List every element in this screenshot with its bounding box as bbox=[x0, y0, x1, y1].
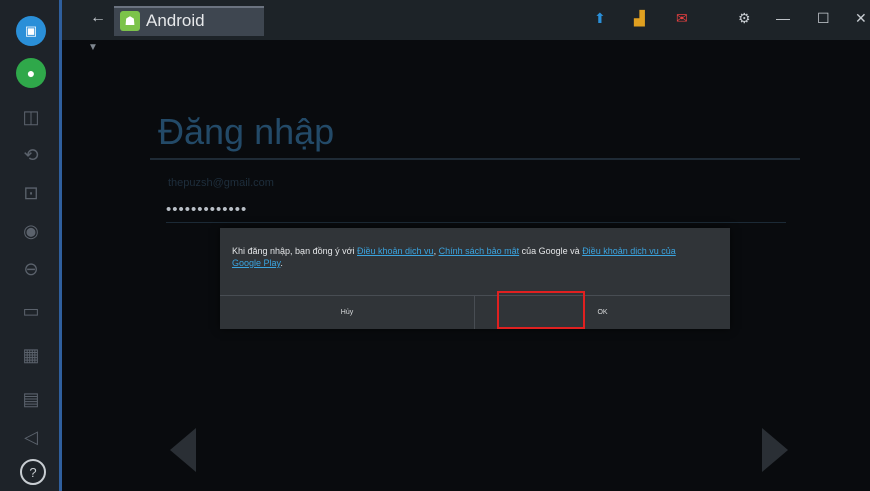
android-icon: ☗ bbox=[120, 11, 140, 31]
notification-icon[interactable]: ✉ bbox=[676, 10, 688, 27]
copy-icon[interactable]: ▦ bbox=[16, 340, 46, 370]
title-bar: ← ☗ Android ⬆ ▟ ✉ ⚙ — ☐ ✕ bbox=[62, 0, 870, 40]
minimize-icon[interactable]: — bbox=[776, 10, 790, 26]
dialog-text: Khi đăng nhập, bạn đồng ý với bbox=[232, 246, 357, 256]
close-icon[interactable]: ✕ bbox=[855, 10, 867, 27]
back-arrow-icon[interactable]: ← bbox=[90, 9, 106, 27]
chat-icon[interactable]: ● bbox=[16, 58, 46, 88]
upload-icon[interactable]: ⬆ bbox=[594, 10, 606, 27]
dialog-text: của Google và bbox=[519, 246, 583, 256]
android-screen: ▼ Đăng nhập thepuzsh@gmail.com •••••••••… bbox=[62, 40, 870, 491]
shake-icon[interactable]: ⊖ bbox=[16, 254, 46, 284]
tab-android[interactable]: ☗ Android bbox=[114, 6, 264, 36]
folder-icon[interactable]: ▭ bbox=[16, 296, 46, 326]
tab-title: Android bbox=[146, 11, 205, 30]
gear-icon[interactable]: ⚙ bbox=[738, 10, 751, 27]
page-title: Đăng nhập bbox=[158, 111, 335, 152]
maximize-icon[interactable]: ☐ bbox=[817, 10, 830, 27]
dialog-message: Khi đăng nhập, bạn đồng ý với Điều khoản… bbox=[232, 245, 702, 269]
terms-of-service-link[interactable]: Điều khoản dịch vụ bbox=[357, 246, 434, 256]
sidebar: ▣ ● ◫ ⟲ ⊡ ◉ ⊖ ▭ ▦ ▤ ◁ ? bbox=[0, 0, 62, 491]
password-field[interactable]: ••••••••••••• bbox=[166, 201, 247, 218]
screenshot-icon[interactable]: ⊡ bbox=[16, 178, 46, 208]
volume-icon[interactable]: ◁ bbox=[16, 422, 46, 452]
camera-icon[interactable]: ▣ bbox=[16, 16, 46, 46]
divider bbox=[150, 158, 800, 160]
help-icon[interactable]: ? bbox=[20, 459, 46, 485]
next-arrow-icon[interactable] bbox=[762, 428, 788, 472]
rotate-icon[interactable]: ⟲ bbox=[16, 140, 46, 170]
terms-dialog: Khi đăng nhập, bạn đồng ý với Điều khoản… bbox=[220, 228, 730, 329]
network-icon[interactable]: ▟ bbox=[634, 10, 645, 27]
previous-arrow-icon[interactable] bbox=[170, 428, 196, 472]
location-icon[interactable]: ◉ bbox=[16, 216, 46, 246]
dialog-text: . bbox=[280, 258, 283, 268]
ok-highlight-box bbox=[497, 291, 585, 329]
cancel-button[interactable]: Hủy bbox=[220, 296, 474, 329]
collapse-arrow-icon[interactable]: ▼ bbox=[88, 42, 98, 53]
password-underline bbox=[166, 222, 786, 223]
paste-icon[interactable]: ▤ bbox=[16, 384, 46, 414]
multi-window-icon[interactable]: ◫ bbox=[16, 102, 46, 132]
email-field[interactable]: thepuzsh@gmail.com bbox=[168, 177, 274, 189]
privacy-policy-link[interactable]: Chính sách bảo mật bbox=[439, 246, 520, 256]
